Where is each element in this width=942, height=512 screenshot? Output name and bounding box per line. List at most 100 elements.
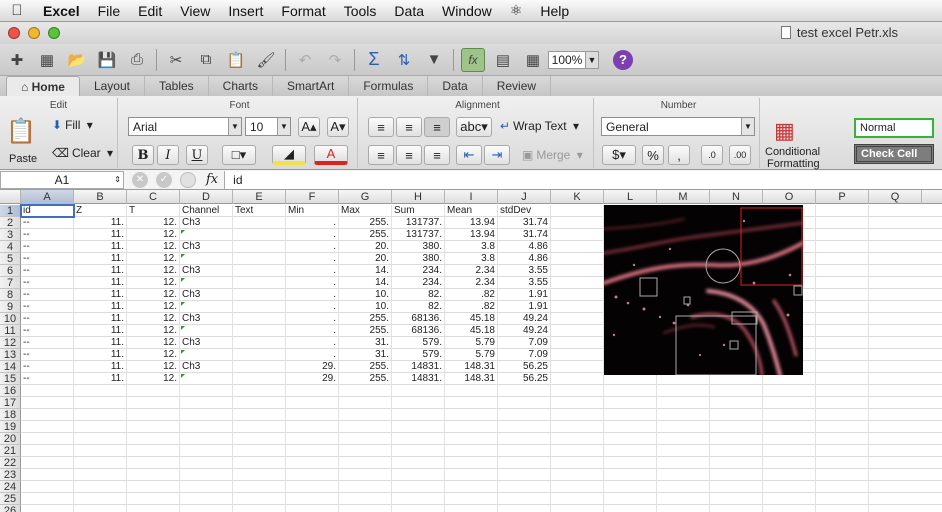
- cell-a23[interactable]: [21, 469, 74, 481]
- cell-d11[interactable]: [180, 325, 233, 337]
- cell-d12[interactable]: Ch3: [180, 337, 233, 349]
- cell-n25[interactable]: [710, 493, 763, 505]
- error-flag-icon[interactable]: [181, 254, 185, 258]
- cell-l17[interactable]: [604, 397, 657, 409]
- print-icon[interactable]: ⎙: [125, 48, 149, 72]
- cell-p17[interactable]: [816, 397, 869, 409]
- select-all-corner[interactable]: [0, 190, 21, 204]
- style-normal[interactable]: Normal: [854, 118, 934, 138]
- cell-g25[interactable]: [339, 493, 392, 505]
- cell-f5[interactable]: .: [286, 253, 339, 265]
- cell-d22[interactable]: [180, 457, 233, 469]
- cell-p25[interactable]: [816, 493, 869, 505]
- cell-f8[interactable]: .: [286, 289, 339, 301]
- cell-j18[interactable]: [498, 409, 551, 421]
- cell-j13[interactable]: 7.09: [498, 349, 551, 361]
- align-right-icon[interactable]: ≡: [424, 145, 450, 165]
- cell-k20[interactable]: [551, 433, 604, 445]
- apple-menu-icon[interactable]: : [0, 2, 34, 19]
- cell-a22[interactable]: [21, 457, 74, 469]
- cell-h22[interactable]: [392, 457, 445, 469]
- cell-p4[interactable]: [816, 241, 869, 253]
- cell-g14[interactable]: 255.: [339, 361, 392, 373]
- cell-k14[interactable]: [551, 361, 604, 373]
- cell-h21[interactable]: [392, 445, 445, 457]
- cell-n23[interactable]: [710, 469, 763, 481]
- cell-j24[interactable]: [498, 481, 551, 493]
- cell-a1[interactable]: id: [21, 205, 74, 217]
- cell-j19[interactable]: [498, 421, 551, 433]
- cell-f15[interactable]: 29.: [286, 373, 339, 385]
- cell-e22[interactable]: [233, 457, 286, 469]
- paste-large-icon[interactable]: 📋: [6, 116, 38, 146]
- cell-d16[interactable]: [180, 385, 233, 397]
- fill-color-icon[interactable]: ◢: [272, 145, 306, 165]
- cell-n17[interactable]: [710, 397, 763, 409]
- cell-a12[interactable]: --: [21, 337, 74, 349]
- cell-h18[interactable]: [392, 409, 445, 421]
- column-header-n[interactable]: N: [710, 190, 763, 204]
- cell-o18[interactable]: [763, 409, 816, 421]
- increase-indent-icon[interactable]: ⇥: [484, 145, 510, 165]
- cell-a15[interactable]: --: [21, 373, 74, 385]
- cell-c18[interactable]: [127, 409, 180, 421]
- cell-b11[interactable]: 11.: [74, 325, 127, 337]
- cell-p23[interactable]: [816, 469, 869, 481]
- cell-h17[interactable]: [392, 397, 445, 409]
- cell-i25[interactable]: [445, 493, 498, 505]
- cell-a13[interactable]: --: [21, 349, 74, 361]
- cell-g7[interactable]: 14.: [339, 277, 392, 289]
- cell-i15[interactable]: 148.31: [445, 373, 498, 385]
- cell-g10[interactable]: 255.: [339, 313, 392, 325]
- cell-b2[interactable]: 11.: [74, 217, 127, 229]
- column-header-o[interactable]: O: [763, 190, 816, 204]
- cell-o25[interactable]: [763, 493, 816, 505]
- minimize-window-button[interactable]: [28, 27, 40, 39]
- menu-help[interactable]: Help: [531, 3, 578, 19]
- cell-c6[interactable]: 12.: [127, 265, 180, 277]
- tab-review[interactable]: Review: [483, 76, 552, 96]
- filter-icon[interactable]: ▼: [422, 48, 446, 72]
- cell-g1[interactable]: Max: [339, 205, 392, 217]
- menu-app[interactable]: Excel: [34, 3, 89, 19]
- cell-p26[interactable]: [816, 505, 869, 512]
- cell-a19[interactable]: [21, 421, 74, 433]
- cell-j21[interactable]: [498, 445, 551, 457]
- cell-i17[interactable]: [445, 397, 498, 409]
- cell-c12[interactable]: 12.: [127, 337, 180, 349]
- cell-m25[interactable]: [657, 493, 710, 505]
- cell-p1[interactable]: [816, 205, 869, 217]
- cell-m26[interactable]: [657, 505, 710, 512]
- cell-p24[interactable]: [816, 481, 869, 493]
- zoom-combo[interactable]: 100%: [548, 50, 586, 69]
- cell-e5[interactable]: [233, 253, 286, 265]
- cell-b1[interactable]: Z: [74, 205, 127, 217]
- cell-i8[interactable]: .82: [445, 289, 498, 301]
- cell-d19[interactable]: [180, 421, 233, 433]
- cell-j7[interactable]: 3.55: [498, 277, 551, 289]
- cell-h19[interactable]: [392, 421, 445, 433]
- cell-i10[interactable]: 45.18: [445, 313, 498, 325]
- cell-a11[interactable]: --: [21, 325, 74, 337]
- cell-c5[interactable]: 12.: [127, 253, 180, 265]
- column-header-j[interactable]: J: [498, 190, 551, 204]
- cell-b19[interactable]: [74, 421, 127, 433]
- menu-insert[interactable]: Insert: [219, 3, 272, 19]
- row-header[interactable]: 8: [0, 289, 21, 301]
- cell-g4[interactable]: 20.: [339, 241, 392, 253]
- cell-f20[interactable]: [286, 433, 339, 445]
- conditional-formatting-label-1[interactable]: Conditional: [765, 146, 820, 158]
- cell-f21[interactable]: [286, 445, 339, 457]
- cell-e13[interactable]: [233, 349, 286, 361]
- row-header[interactable]: 6: [0, 265, 21, 277]
- row-header[interactable]: 9: [0, 301, 21, 313]
- cell-j15[interactable]: 56.25: [498, 373, 551, 385]
- cell-p7[interactable]: [816, 277, 869, 289]
- row-header[interactable]: 20: [0, 433, 21, 445]
- column-header-e[interactable]: E: [233, 190, 286, 204]
- cell-p6[interactable]: [816, 265, 869, 277]
- underline-icon[interactable]: U: [186, 145, 208, 165]
- cell-e23[interactable]: [233, 469, 286, 481]
- tab-data[interactable]: Data: [428, 76, 483, 96]
- cell-j17[interactable]: [498, 397, 551, 409]
